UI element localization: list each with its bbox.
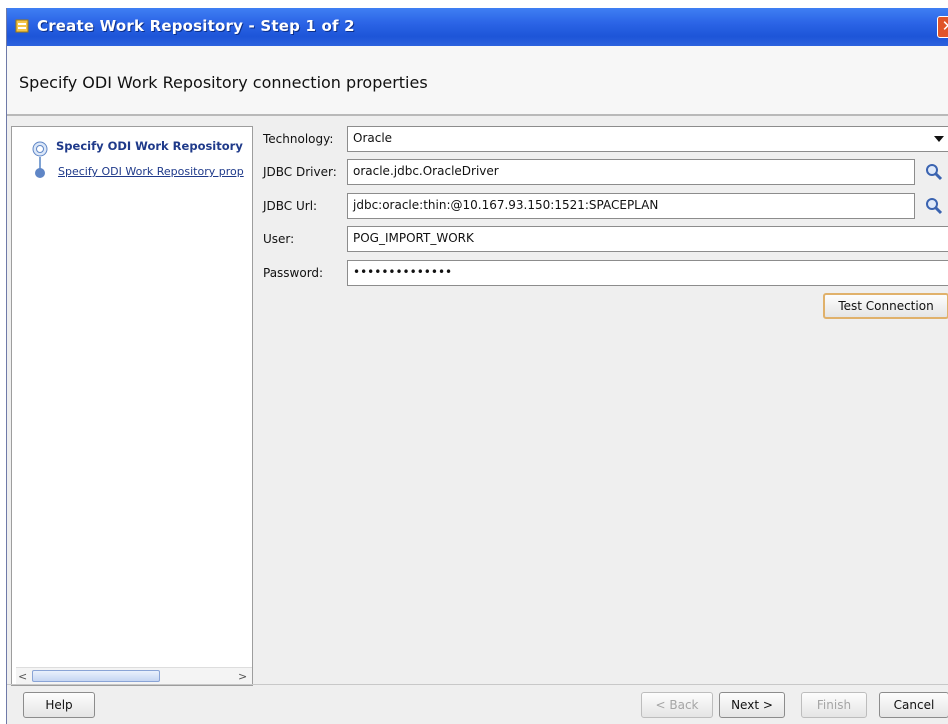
user-value: POG_IMPORT_WORK: [353, 231, 474, 245]
next-step-icon: [35, 168, 45, 178]
title-bar[interactable]: Create Work Repository - Step 1 of 2 ✕: [7, 8, 948, 46]
technology-label: Technology:: [263, 132, 334, 146]
current-step-icon: [32, 141, 48, 157]
user-field[interactable]: POG_IMPORT_WORK: [347, 226, 948, 252]
search-icon[interactable]: [925, 163, 943, 181]
test-connection-button[interactable]: Test Connection: [823, 293, 948, 319]
password-field[interactable]: ••••••••••••••: [347, 260, 948, 286]
finish-button[interactable]: Finish: [801, 692, 867, 718]
page-header: Specify ODI Work Repository connection p…: [7, 46, 948, 116]
technology-value: Oracle: [353, 131, 393, 145]
nav-item-repository-properties[interactable]: Specify ODI Work Repository prop: [58, 165, 244, 178]
scroll-left-icon[interactable]: <: [18, 670, 27, 683]
back-button[interactable]: < Back: [641, 692, 713, 718]
nav-horizontal-scrollbar[interactable]: < >: [16, 667, 252, 684]
cancel-button[interactable]: Cancel: [879, 692, 948, 718]
jdbc-url-field[interactable]: jdbc:oracle:thin:@10.167.93.150:1521:SPA…: [347, 193, 915, 219]
chevron-down-icon[interactable]: [934, 136, 944, 142]
jdbc-driver-value: oracle.jdbc.OracleDriver: [353, 164, 499, 178]
jdbc-driver-label: JDBC Driver:: [263, 165, 337, 179]
nav-item-specify-repository[interactable]: Specify ODI Work Repository: [56, 139, 243, 153]
password-label: Password:: [263, 266, 324, 280]
page-title: Specify ODI Work Repository connection p…: [19, 73, 428, 92]
dialog-window: Create Work Repository - Step 1 of 2 ✕ S…: [6, 8, 948, 724]
step-navigation-panel: Specify ODI Work Repository Specify ODI …: [11, 126, 253, 686]
jdbc-url-value: jdbc:oracle:thin:@10.167.93.150:1521:SPA…: [353, 198, 659, 212]
close-icon[interactable]: ✕: [937, 16, 948, 38]
next-button[interactable]: Next >: [719, 692, 785, 718]
scroll-thumb[interactable]: [32, 670, 160, 682]
search-icon[interactable]: [925, 197, 943, 215]
technology-select[interactable]: Oracle: [347, 126, 948, 152]
password-value: ••••••••••••••: [353, 265, 453, 279]
footer-divider: [7, 684, 948, 685]
scroll-right-icon[interactable]: >: [238, 670, 247, 683]
window-title: Create Work Repository - Step 1 of 2: [37, 17, 355, 35]
odi-app-icon: [15, 19, 29, 33]
help-button[interactable]: Help: [23, 692, 95, 718]
user-label: User:: [263, 232, 295, 246]
jdbc-driver-field[interactable]: oracle.jdbc.OracleDriver: [347, 159, 915, 185]
jdbc-url-label: JDBC Url:: [263, 199, 318, 213]
